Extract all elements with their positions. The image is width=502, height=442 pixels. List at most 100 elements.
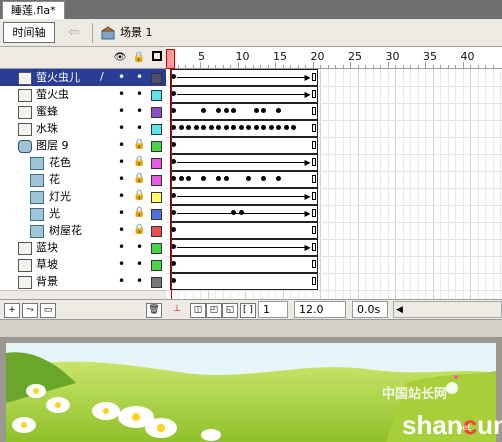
- keyframe[interactable]: [246, 176, 251, 181]
- layer-row[interactable]: 蜜蜂 • •: [0, 103, 166, 121]
- outline-color-swatch[interactable]: [151, 175, 162, 186]
- frames-area[interactable]: ▶ ▶ ▶ ▶ ▶ ▶: [166, 69, 502, 299]
- layer-row[interactable]: 背景 • •: [0, 273, 166, 291]
- visibility-toggle[interactable]: •: [118, 190, 125, 202]
- add-motion-guide-icon[interactable]: ⤳: [22, 303, 38, 318]
- end-frame-marker[interactable]: [311, 141, 316, 149]
- frame-rate-field[interactable]: 12.0 fps: [294, 301, 346, 331]
- keyframe[interactable]: [283, 125, 289, 130]
- outline-color-swatch[interactable]: [151, 226, 162, 237]
- visibility-toggle[interactable]: •: [118, 224, 125, 236]
- visibility-toggle[interactable]: •: [118, 275, 125, 287]
- frame-span[interactable]: [170, 273, 318, 290]
- keyframe[interactable]: [261, 125, 266, 130]
- lock-icon[interactable]: 🔒: [133, 173, 145, 185]
- eye-icon[interactable]: 👁: [113, 51, 127, 64]
- layer-row[interactable]: 图层 9 • 🔒: [0, 137, 166, 155]
- end-frame-marker[interactable]: [311, 124, 316, 132]
- keyframe[interactable]: [201, 108, 206, 113]
- keyframe[interactable]: [291, 125, 296, 130]
- frame-row[interactable]: [166, 256, 502, 274]
- center-frame-icon[interactable]: ⊥: [170, 303, 184, 316]
- keyframe[interactable]: [231, 108, 236, 113]
- lock-toggle[interactable]: •: [136, 122, 143, 134]
- keyframe[interactable]: [216, 176, 221, 181]
- lock-icon[interactable]: 🔒: [133, 139, 145, 151]
- lock-icon[interactable]: 🔒: [132, 51, 146, 64]
- lock-toggle[interactable]: •: [136, 71, 143, 83]
- keyframe[interactable]: [223, 176, 229, 181]
- keyframe[interactable]: [276, 125, 281, 130]
- frame-row[interactable]: ▶: [166, 69, 502, 87]
- visibility-toggle[interactable]: •: [118, 156, 125, 168]
- frame-span[interactable]: [170, 103, 318, 120]
- lock-icon[interactable]: 🔒: [133, 156, 145, 168]
- end-frame-marker[interactable]: [311, 107, 316, 115]
- keyframe[interactable]: [193, 125, 199, 130]
- layer-row[interactable]: 萤火虫儿 / • •: [0, 69, 166, 87]
- insert-layer-icon[interactable]: +: [4, 303, 20, 318]
- horizontal-scrollbar[interactable]: ◀: [393, 301, 502, 318]
- frame-row[interactable]: [166, 273, 502, 291]
- visibility-toggle[interactable]: •: [118, 105, 125, 117]
- keyframe[interactable]: [246, 125, 251, 130]
- lock-toggle[interactable]: •: [136, 241, 143, 253]
- frame-row[interactable]: ▶: [166, 86, 502, 104]
- frame-ruler[interactable]: 1510152025303540: [166, 47, 502, 68]
- layer-row[interactable]: 树屋花 • 🔒: [0, 222, 166, 240]
- outline-color-swatch[interactable]: [151, 90, 162, 101]
- end-frame-marker[interactable]: [311, 192, 316, 200]
- visibility-toggle[interactable]: •: [118, 207, 125, 219]
- frame-span[interactable]: [170, 137, 318, 154]
- visibility-toggle[interactable]: •: [118, 139, 125, 151]
- outline-color-swatch[interactable]: [151, 209, 162, 220]
- onion-skin-icon[interactable]: ◫: [190, 303, 206, 318]
- visibility-toggle[interactable]: •: [118, 88, 125, 100]
- layer-name[interactable]: 蓝块: [36, 241, 58, 254]
- lock-toggle[interactable]: •: [136, 105, 143, 117]
- timeline-toggle-button[interactable]: 时间轴: [3, 22, 55, 43]
- keyframe[interactable]: [178, 176, 184, 181]
- frame-row[interactable]: [166, 222, 502, 240]
- visibility-toggle[interactable]: •: [118, 258, 125, 270]
- modify-markers-icon[interactable]: [ ]: [240, 303, 256, 318]
- keyframe[interactable]: [253, 125, 259, 130]
- frame-row[interactable]: [166, 120, 502, 138]
- frame-row[interactable]: [166, 137, 502, 155]
- frame-row[interactable]: ▶: [166, 239, 502, 257]
- layer-name[interactable]: 图层 9: [36, 139, 69, 152]
- frame-span[interactable]: [170, 256, 318, 273]
- document-tab[interactable]: 睡莲.fla*: [2, 1, 65, 19]
- outline-color-swatch[interactable]: [151, 243, 162, 254]
- layer-row[interactable]: 花色 • 🔒: [0, 154, 166, 172]
- frame-row[interactable]: ▶: [166, 154, 502, 172]
- end-frame-marker[interactable]: [311, 73, 316, 81]
- scene-label[interactable]: 场景 1: [120, 25, 153, 41]
- visibility-toggle[interactable]: •: [118, 71, 125, 83]
- keyframe[interactable]: [216, 125, 221, 130]
- end-frame-marker[interactable]: [311, 277, 316, 285]
- layer-row[interactable]: 蓝块 • •: [0, 239, 166, 257]
- keyframe[interactable]: [178, 125, 184, 130]
- keyframe[interactable]: [276, 176, 281, 181]
- lock-toggle[interactable]: •: [136, 258, 143, 270]
- end-frame-marker[interactable]: [311, 175, 316, 183]
- outline-color-swatch[interactable]: [151, 158, 162, 169]
- frame-row[interactable]: [166, 103, 502, 121]
- layer-name[interactable]: 草坡: [36, 258, 58, 271]
- visibility-toggle[interactable]: •: [118, 173, 125, 185]
- keyframe[interactable]: [186, 176, 191, 181]
- frame-row[interactable]: ▶: [166, 205, 502, 223]
- outline-color-swatch[interactable]: [151, 107, 162, 118]
- keyframe[interactable]: [208, 125, 214, 130]
- keyframe[interactable]: [261, 176, 266, 181]
- scroll-left-icon[interactable]: ◀: [396, 305, 403, 315]
- end-frame-marker[interactable]: [311, 226, 316, 234]
- keyframe[interactable]: [268, 125, 274, 130]
- end-frame-marker[interactable]: [311, 209, 316, 217]
- keyframe[interactable]: [223, 108, 229, 113]
- outline-color-swatch[interactable]: [151, 192, 162, 203]
- back-arrow-icon[interactable]: ⇦: [64, 24, 84, 42]
- layer-name[interactable]: 树屋花: [49, 224, 82, 237]
- frame-span[interactable]: [170, 171, 318, 188]
